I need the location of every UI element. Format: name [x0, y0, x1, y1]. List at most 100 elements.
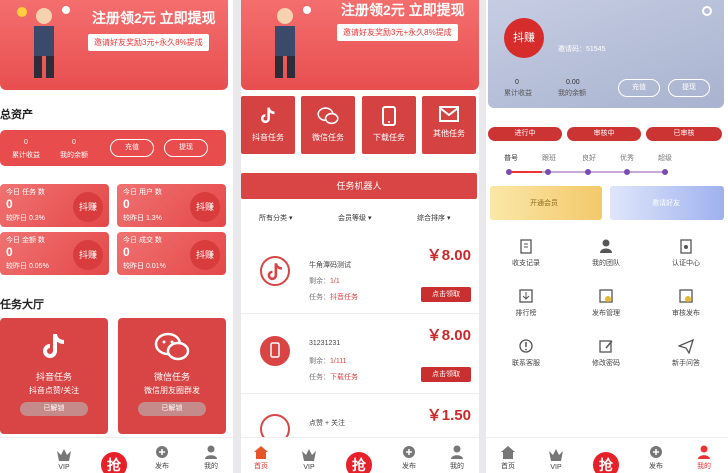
avatar[interactable]: 抖赚 [504, 18, 544, 58]
status-reviewing[interactable]: 审核中 [567, 127, 641, 141]
card-douyin-task[interactable]: 抖音任务 抖音点赞/关注 已解锁 [0, 318, 108, 434]
open-member-banner[interactable]: 开通会员 [490, 186, 602, 220]
level-label: 超级 [658, 155, 672, 162]
caret-down-icon: ▾ [288, 215, 293, 222]
tab-publish[interactable]: 发布 [389, 445, 429, 471]
task-price: ￥8.00 [426, 247, 471, 264]
level-label: 普号 [504, 155, 518, 162]
menu-label: 修改密码 [592, 360, 620, 367]
status-reviewed[interactable]: 已审核 [646, 127, 722, 141]
tab-grab[interactable]: 抢 抢单 [94, 449, 134, 473]
tab-mine[interactable]: 我的 [191, 445, 231, 471]
user-icon [451, 445, 463, 459]
tile-label: 微信任务 [312, 133, 344, 142]
stat-value: 0 [6, 245, 13, 259]
tab-label: 发布 [155, 463, 169, 470]
task-name: 点赞 + 关注 [309, 420, 345, 427]
status-in-progress[interactable]: 进行中 [488, 127, 562, 141]
stat-compare: 较昨日 0.05% [6, 263, 49, 270]
crown-icon [302, 449, 316, 461]
filter-label: 所有分类 [259, 215, 287, 222]
menu-faq[interactable]: 新手问答 [656, 338, 716, 368]
promo-banner[interactable]: 注册领2元 立即提现 邀请好友奖励3元+永久8%提成 [0, 0, 228, 90]
tab-vip[interactable]: VIP [289, 448, 329, 471]
task-robot-button[interactable]: 任务机器人 [241, 173, 477, 199]
tab-label: 我的 [697, 463, 711, 470]
menu-label: 排行榜 [515, 310, 537, 317]
menu-label: 认证中心 [672, 260, 700, 267]
home-icon [501, 446, 515, 459]
filter-label: 综合排序 [417, 215, 445, 222]
home-icon [254, 446, 268, 459]
menu-certification[interactable]: 认证中心 [656, 238, 716, 268]
recharge-button[interactable]: 充值 [110, 139, 154, 157]
tile-wechat-task[interactable]: 微信任务 [301, 96, 355, 154]
tile-download-task[interactable]: 下载任务 [362, 96, 416, 154]
filter-sort[interactable]: 综合排序 ▾ [417, 213, 450, 223]
unlocked-button[interactable]: 已解锁 [20, 402, 88, 416]
banner-title: 注册领2元 立即提现 [92, 10, 216, 26]
businessman-illustration [17, 6, 70, 78]
stat-value: 0 [123, 245, 130, 259]
tile-douyin-task[interactable]: 抖音任务 [241, 96, 295, 154]
filter-member-level[interactable]: 会员等级 ▾ [338, 213, 371, 223]
tab-grab[interactable]: 抢 抢单 [586, 449, 626, 473]
stat-card-users: 今日 用户 数 0 较昨日 1.3% 抖赚 [117, 184, 226, 227]
caret-down-icon: ▾ [446, 215, 451, 222]
grab-circle-icon: 抢 [590, 449, 622, 473]
tab-vip[interactable]: VIP [536, 448, 576, 471]
tab-mine[interactable]: 我的 [437, 445, 477, 471]
unlocked-button[interactable]: 已解锁 [138, 402, 206, 416]
promo-banner[interactable]: 注册领2元 立即提现 邀请好友奖励3元+永久8%提成 [241, 0, 479, 90]
tab-mine[interactable]: 我的 [684, 445, 724, 471]
plus-circle-icon [650, 446, 662, 458]
menu-my-team[interactable]: 我的团队 [576, 238, 636, 268]
home-panel: 注册领2元 立即提现 邀请好友奖励3元+永久8%提成 总资产 0 累计收益 0 … [0, 0, 233, 473]
balance-value: 0.00 [566, 79, 580, 86]
stat-compare: 较昨日 0.01% [123, 263, 166, 270]
card-wechat-task[interactable]: 微信任务 微信朋友圈群发 已解锁 [118, 318, 226, 434]
tab-label: 首页 [254, 463, 268, 470]
plus-circle-icon [156, 446, 168, 458]
level-dot [545, 169, 551, 175]
stat-badge: 抖赚 [73, 192, 103, 222]
tab-vip[interactable]: VIP [44, 448, 84, 471]
task-list-panel: 注册领2元 立即提现 邀请好友奖励3元+永久8%提成 抖音任务 微信任务 下载任… [241, 0, 479, 473]
menu-review-publish[interactable]: 审核发布 [656, 288, 716, 318]
claim-button[interactable]: 点击领取 [421, 287, 471, 302]
tab-grab[interactable]: 抢 抢单 [339, 449, 379, 473]
menu-change-password[interactable]: 修改密码 [576, 338, 636, 368]
ranking-icon [519, 289, 533, 303]
menu-income-records[interactable]: 收支记录 [496, 238, 556, 268]
tab-home[interactable]: 首页 [241, 445, 281, 471]
claim-button[interactable]: 点击领取 [421, 367, 471, 382]
menu-label: 收支记录 [512, 260, 540, 267]
withdraw-button[interactable]: 提现 [668, 79, 710, 97]
tab-home[interactable]: 首页 [488, 445, 528, 471]
menu-ranking[interactable]: 排行榜 [496, 288, 556, 318]
tab-label: 发布 [649, 463, 663, 470]
recharge-button[interactable]: 充值 [618, 79, 660, 97]
filter-category[interactable]: 所有分类 ▾ [259, 213, 292, 223]
tile-other-task[interactable]: 其他任务 [422, 96, 476, 154]
assets-title: 总资产 [0, 109, 33, 121]
menu-publish-manage[interactable]: 发布管理 [576, 288, 636, 318]
card-title: 抖音任务 [35, 372, 72, 382]
menu-customer-service[interactable]: 联系客服 [496, 338, 556, 368]
grab-circle-icon: 抢 [343, 449, 375, 473]
withdraw-button[interactable]: 提现 [164, 139, 208, 157]
settings-icon[interactable] [702, 6, 712, 16]
tiktok-icon [260, 107, 275, 124]
tab-publish[interactable]: 发布 [142, 445, 182, 471]
wechat-icon [317, 107, 339, 125]
invite-friends-banner[interactable]: 邀请好友 [610, 186, 724, 220]
service-icon [519, 339, 533, 353]
tab-label: 我的 [450, 463, 464, 470]
plus-circle-icon [403, 446, 415, 458]
team-icon [600, 239, 612, 253]
balance-value: 0 [72, 139, 76, 146]
task-item[interactable]: 牛角潭码测试 ￥8.00 剩余：1/1 任务：抖音任务 点击领取 [241, 236, 479, 314]
task-item[interactable]: 31231231 ￥8.00 剩余：1/111 任务：下载任务 点击领取 [241, 316, 479, 394]
tab-publish[interactable]: 发布 [636, 445, 676, 471]
tab-label: 首页 [501, 463, 515, 470]
